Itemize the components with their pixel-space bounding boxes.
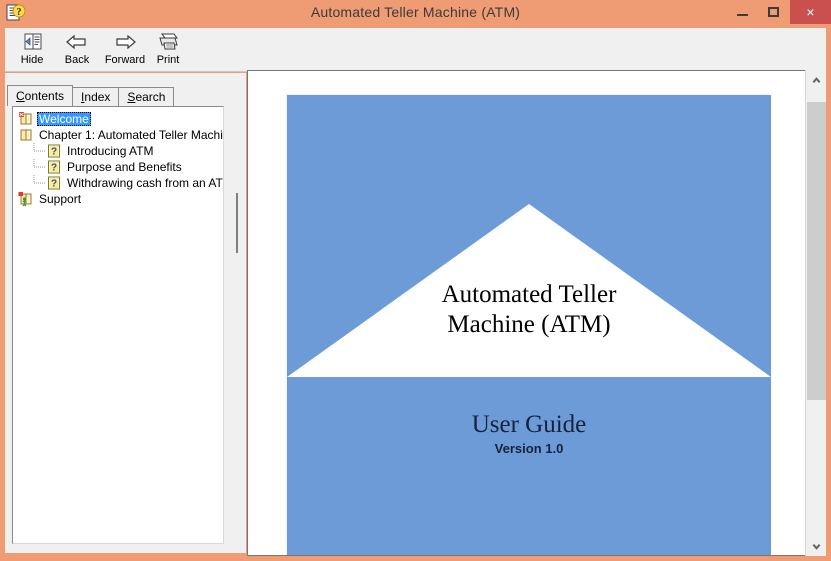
hide-button[interactable]: Hide	[10, 30, 54, 70]
help-topic-icon: ?	[46, 175, 62, 191]
printer-icon	[156, 31, 180, 53]
tree-connector-line	[32, 143, 46, 159]
chevron-up-icon	[812, 76, 820, 83]
chevron-down-icon	[812, 543, 820, 550]
minimize-button[interactable]	[727, 0, 757, 24]
help-topic-icon: ?	[46, 159, 62, 175]
cover-version: Version 1.0	[494, 441, 564, 456]
arrow-right-icon	[113, 31, 137, 53]
svg-text:?: ?	[17, 7, 22, 18]
svg-text:?: ?	[51, 163, 57, 174]
splitter-grip	[236, 193, 238, 253]
vertical-scrollbar[interactable]	[805, 70, 826, 556]
tab-strip: Contents Index Search	[7, 85, 175, 106]
tree-item-chapter-1[interactable]: Chapter 1: Automated Teller Machine	[13, 127, 223, 143]
title-bar: ? Automated Teller Machine (ATM) ×	[0, 0, 831, 28]
scroll-down-button[interactable]	[806, 536, 826, 556]
tree-item-purpose-and-benefits[interactable]: ? Purpose and Benefits	[13, 159, 223, 175]
tree-item-introducing-atm-label: Introducing ATM	[67, 144, 154, 158]
tree-item-support[interactable]: Support	[13, 191, 223, 207]
book-closed-icon	[18, 127, 34, 143]
toolbar: Hide Back Forward Print	[5, 28, 826, 72]
cover-page: Automated Teller Machine (ATM) User Guid…	[287, 95, 771, 555]
tree-connector-line	[32, 175, 46, 191]
topic-content-pane: Automated Teller Machine (ATM) User Guid…	[247, 70, 826, 556]
cover-title-line-1: Automated Teller	[441, 281, 617, 308]
tab-index[interactable]: Index	[72, 87, 120, 106]
forward-button[interactable]: Forward	[99, 30, 151, 70]
scrollbar-thumb[interactable]	[807, 102, 826, 400]
tree-item-support-label: Support	[39, 192, 82, 206]
tab-search-label: earch	[135, 90, 166, 104]
window-title: Automated Teller Machine (ATM)	[310, 4, 521, 20]
tab-search[interactable]: Search	[118, 87, 175, 106]
tree-item-purpose-and-benefits-label: Purpose and Benefits	[67, 160, 182, 174]
close-button[interactable]: ×	[790, 0, 831, 24]
forward-button-label: Forward	[104, 54, 146, 66]
maximize-button[interactable]	[758, 0, 788, 24]
book-support-icon	[18, 191, 34, 207]
hide-pane-icon	[21, 31, 43, 53]
pane-splitter[interactable]	[232, 73, 246, 553]
scroll-up-button[interactable]	[806, 70, 826, 90]
help-document-icon: ?	[5, 3, 27, 23]
tab-contents-accel: C	[16, 89, 25, 103]
tree-item-introducing-atm[interactable]: ? Introducing ATM	[13, 143, 223, 159]
contents-tree[interactable]: Welcome Chapter 1: Automated Teller Mach…	[12, 106, 224, 544]
maximize-icon	[767, 7, 779, 17]
back-button[interactable]: Back	[55, 30, 99, 70]
hide-button-label: Hide	[20, 54, 44, 66]
cover-title-line-2: Machine (ATM)	[447, 311, 611, 338]
back-button-label: Back	[64, 54, 90, 66]
arrow-left-icon	[65, 31, 89, 53]
tree-item-welcome[interactable]: Welcome	[13, 111, 223, 127]
print-button[interactable]: Print	[151, 30, 185, 70]
svg-text:?: ?	[51, 147, 57, 158]
print-button-label: Print	[156, 54, 180, 66]
book-new-icon	[18, 111, 34, 127]
tree-connector-line	[32, 159, 46, 175]
tree-item-withdrawing-cash-label: Withdrawing cash from an ATM	[67, 176, 224, 190]
cover-subtitle: User Guide	[471, 411, 587, 438]
tab-contents-label: ontents	[24, 89, 65, 103]
close-icon: ×	[806, 4, 815, 20]
tab-index-label: ndex	[84, 90, 111, 104]
tab-contents[interactable]: Contents	[7, 85, 74, 106]
cover-title: Automated Teller Machine (ATM)	[287, 280, 771, 340]
navigation-pane: Contents Index Search Welcome Chapter 1:…	[5, 73, 232, 553]
minimize-icon	[736, 13, 748, 16]
tree-item-welcome-label: Welcome	[37, 112, 91, 126]
svg-text:?: ?	[51, 179, 57, 190]
tree-item-chapter-1-label: Chapter 1: Automated Teller Machine	[39, 128, 224, 142]
help-topic-icon: ?	[46, 143, 62, 159]
tree-item-withdrawing-cash[interactable]: ? Withdrawing cash from an ATM	[13, 175, 223, 191]
help-viewer-window: ? Automated Teller Machine (ATM) × Hide …	[0, 0, 831, 561]
